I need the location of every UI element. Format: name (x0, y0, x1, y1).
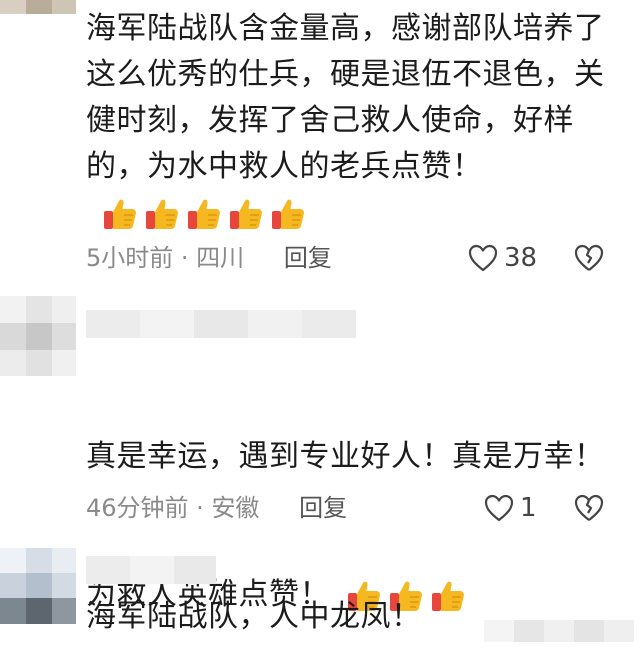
heart-outline-icon (484, 494, 514, 522)
comment-line: 真是幸运，遇到专业好人！真是万幸！ (86, 439, 605, 474)
thumbs-up-emoji (272, 199, 304, 229)
thumbs-up-emoji (146, 199, 178, 229)
commenter-avatar[interactable] (0, 548, 76, 624)
commenter-avatar[interactable] (0, 0, 76, 14)
comment-meta: 5小时前 · 四川 回复 (86, 242, 332, 274)
thumbs-up-emoji (230, 199, 262, 229)
comment-location: 安徽 (211, 494, 260, 522)
emoji-row (102, 196, 306, 232)
watermark-blurred (484, 620, 634, 642)
meta-separator: · (173, 244, 197, 272)
commenter-name-blurred[interactable] (86, 556, 216, 584)
like-count: 1 (520, 493, 537, 523)
commenter-avatar[interactable] (0, 296, 76, 376)
heart-outline-icon (468, 244, 498, 272)
reply-button[interactable]: 回复 (284, 244, 332, 272)
comment-meta: 46分钟前 · 安徽 回复 (86, 492, 347, 524)
broken-heart-icon[interactable] (574, 244, 604, 272)
like-button[interactable]: 1 (484, 492, 537, 524)
thumbs-up-emoji (188, 199, 220, 229)
like-count: 38 (504, 243, 538, 273)
thumbs-up-emoji (104, 199, 136, 229)
meta-separator: · (188, 494, 212, 522)
commenter-name-blurred[interactable] (86, 310, 356, 338)
comment-text: 海军陆战队含金量高，感谢部队培养了这么优秀的仕兵，硬是退伍不退色，关健时刻，发挥… (86, 6, 606, 236)
reply-button[interactable]: 回复 (299, 494, 347, 522)
comment-time: 46分钟前 (86, 494, 189, 522)
broken-heart-icon[interactable] (574, 494, 604, 522)
comment-location: 四川 (196, 244, 245, 272)
like-button[interactable]: 38 (468, 242, 537, 274)
comment-time: 5小时前 (86, 244, 174, 272)
